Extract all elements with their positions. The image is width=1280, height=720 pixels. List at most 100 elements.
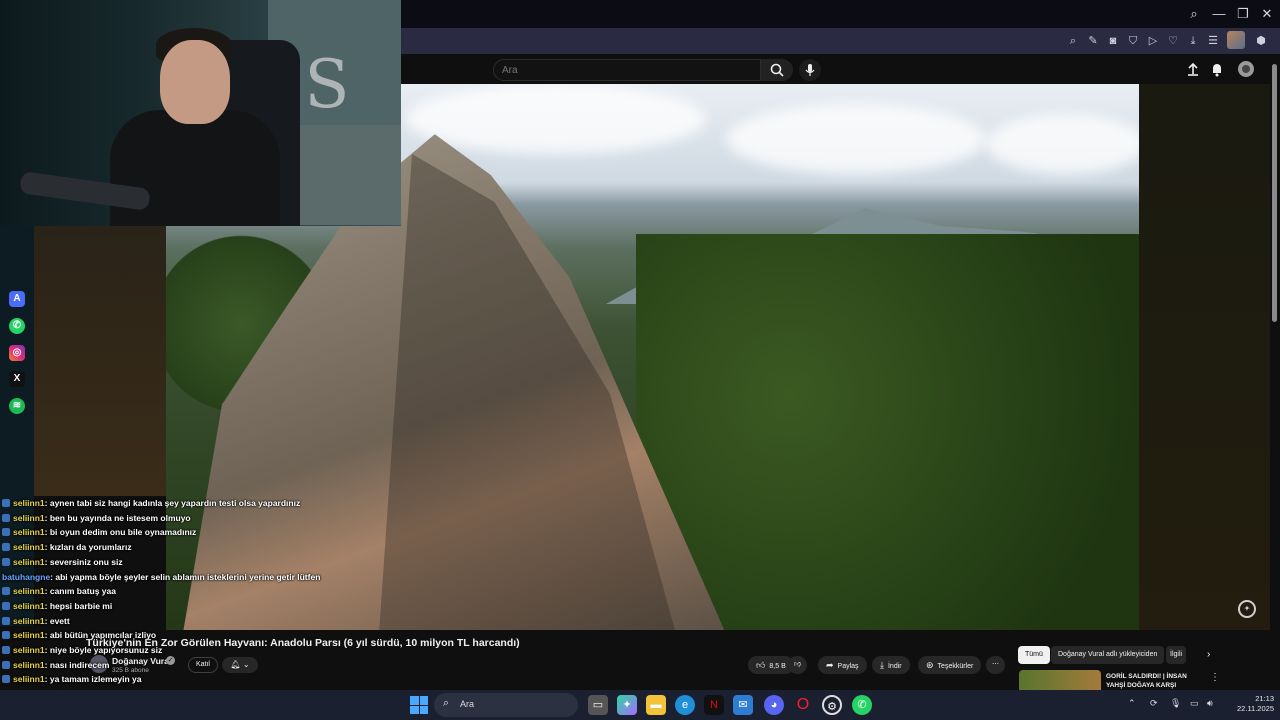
file-explorer-icon[interactable]: ▬ — [646, 695, 666, 715]
search-button[interactable] — [761, 59, 793, 81]
more-actions-button[interactable]: ⋯ — [986, 656, 1005, 674]
chat-message: seliinn1: canım batuş yaa — [2, 586, 116, 600]
chip-related[interactable]: İlgili — [1166, 646, 1187, 664]
instagram-icon[interactable]: ◎ — [9, 345, 25, 361]
minimize-button[interactable]: — — [1209, 4, 1229, 24]
chat-badge-icon — [2, 557, 10, 566]
search-input[interactable] — [494, 60, 760, 81]
chat-username[interactable]: seliinn1 — [13, 527, 45, 537]
display-icon[interactable]: ▭ — [1190, 698, 1199, 709]
recommended-thumbnail[interactable] — [1019, 670, 1101, 690]
chat-message: seliinn1: hepsi barbie mi — [2, 601, 112, 615]
upload-icon[interactable] — [1185, 61, 1201, 77]
edit-icon[interactable]: ✎ — [1085, 33, 1101, 49]
chat-username[interactable]: seliinn1 — [13, 645, 45, 655]
heart-icon[interactable]: ♡ — [1165, 33, 1181, 49]
scrollbar-thumb[interactable] — [1272, 64, 1277, 322]
chat-username[interactable]: seliinn1 — [13, 601, 45, 611]
recommended-menu-icon[interactable]: ⋮ — [1210, 672, 1220, 683]
shield-icon[interactable]: ⛉ — [1125, 33, 1141, 49]
chat-message: seliinn1: evett — [2, 616, 70, 630]
spotify-icon[interactable]: ≋ — [9, 398, 25, 414]
chat-text: : abi yapma böyle şeyler selin ablamın i… — [50, 571, 321, 582]
share-icon: ➦ — [826, 660, 834, 670]
copilot-icon[interactable]: ✦ — [617, 695, 637, 715]
chip-all[interactable]: Tümü — [1018, 646, 1050, 664]
chat-badge-icon — [2, 646, 10, 654]
share-button[interactable]: ➦ Paylaş — [818, 656, 867, 674]
profile-avatar[interactable] — [1227, 31, 1245, 49]
zoom-icon[interactable]: ⌕ — [1065, 33, 1081, 49]
steam-icon[interactable]: ⚙ — [822, 695, 842, 715]
search-icon[interactable]: ⌕ — [1184, 4, 1204, 24]
search-box[interactable] — [493, 59, 761, 81]
task-view-icon[interactable]: ▭ — [588, 695, 608, 715]
windows-start-icon[interactable] — [410, 696, 428, 714]
chip-uploader[interactable]: Doğanay Vural adlı yükleyiciden — [1051, 646, 1165, 664]
search-icon — [770, 63, 784, 77]
download-icon[interactable]: ⤓ — [1185, 33, 1201, 49]
tray-chevron-icon[interactable]: ⌃ — [1128, 698, 1136, 709]
maximize-button[interactable]: ❐ — [1233, 4, 1253, 24]
sync-icon[interactable]: ⟳ — [1150, 698, 1158, 709]
play-icon[interactable]: ▷ — [1145, 33, 1161, 49]
menu-icon[interactable]: ☰ — [1205, 33, 1221, 49]
chat-text: : abi bütün yapımcılar izliyo — [44, 630, 157, 641]
chat-badge-icon — [2, 601, 10, 610]
system-clock[interactable]: 21:13 22.11.2025 — [1222, 694, 1274, 714]
chat-message: seliinn1: ben bu yayında ne istesem olmu… — [2, 513, 191, 527]
chat-text: : seversiniz onu siz — [44, 556, 123, 567]
whatsapp-icon[interactable]: ✆ — [9, 318, 25, 334]
search-icon: ⌕ — [443, 697, 450, 709]
chat-username[interactable]: seliinn1 — [13, 674, 45, 684]
chat-username[interactable]: seliinn1 — [13, 542, 45, 552]
page-scrollbar[interactable] — [1270, 54, 1280, 690]
dislike-button[interactable]: 👎︎ — [788, 656, 808, 674]
netflix-icon[interactable]: N — [704, 695, 724, 715]
whatsapp-taskbar-icon[interactable]: ✆ — [852, 695, 872, 715]
chat-username[interactable]: seliinn1 — [13, 498, 45, 508]
camera-icon[interactable]: ◙ — [1105, 33, 1121, 49]
channel-watermark-icon[interactable]: ✦ — [1238, 600, 1256, 618]
volume-icon[interactable]: 🔊︎ — [1207, 698, 1213, 709]
microphone-icon — [805, 64, 815, 76]
thumbs-up-icon: 👍︎ — [756, 660, 766, 670]
discord-icon[interactable]: ◕ — [764, 695, 784, 715]
chat-message: batuhangne: abi yapma böyle şeyler selin… — [2, 572, 320, 586]
chevron-right-icon[interactable]: › — [1200, 646, 1217, 664]
chat-badge-icon — [2, 675, 10, 684]
recommendations-backdrop — [1139, 84, 1270, 630]
clock-date: 22.11.2025 — [1237, 704, 1274, 713]
opera-gx-icon[interactable]: O — [793, 695, 813, 715]
notifications-bell-icon[interactable] — [1209, 61, 1225, 77]
chat-text: : kızları da yorumlarız — [44, 542, 132, 553]
chat-username[interactable]: seliinn1 — [13, 513, 45, 523]
chat-username[interactable]: seliinn1 — [13, 616, 45, 626]
taskbar-search[interactable]: ⌕ Ara — [434, 693, 578, 717]
account-avatar[interactable] — [1238, 61, 1254, 77]
chat-username[interactable]: batuhangne — [2, 572, 50, 582]
chat-badge-icon — [2, 499, 10, 507]
youtube-header — [401, 54, 1280, 84]
app-launcher-icon[interactable]: A — [9, 291, 25, 307]
extension-icon[interactable]: ⬢ — [1253, 33, 1269, 49]
recommended-title[interactable]: GORİL SALDIRDI! | İNSAN YAHŞİ DOĞAYA KAR… — [1106, 672, 1196, 690]
download-button[interactable]: ⤓ İndir — [872, 656, 910, 674]
edge-icon[interactable]: e — [675, 695, 695, 715]
voice-search-button[interactable] — [799, 59, 821, 81]
chat-badge-icon — [2, 543, 10, 552]
mic-tray-icon[interactable]: 🎙︎ — [1170, 698, 1181, 709]
browser-toolbar: ⌕ ✎ ◙ ⛉ ▷ ♡ ⤓ ☰ ⬢ — [401, 28, 1280, 54]
chat-username[interactable]: seliinn1 — [13, 557, 45, 567]
thanks-button[interactable]: ⊛ Teşekkürler — [918, 656, 982, 674]
chat-message: seliinn1: kızları da yorumlarız — [2, 542, 132, 556]
chat-username[interactable]: seliinn1 — [13, 660, 45, 670]
like-button[interactable]: 👍︎ 8,5 B — [748, 656, 794, 674]
thumbs-down-icon: 👎︎ — [794, 661, 802, 668]
chat-text: : hepsi barbie mi — [44, 600, 113, 611]
chat-username[interactable]: seliinn1 — [13, 586, 45, 596]
chat-username[interactable]: seliinn1 — [13, 630, 45, 640]
mail-icon[interactable]: ✉ — [733, 695, 753, 715]
close-button[interactable]: ✕ — [1257, 4, 1277, 24]
x-twitter-icon[interactable]: X — [9, 371, 25, 387]
